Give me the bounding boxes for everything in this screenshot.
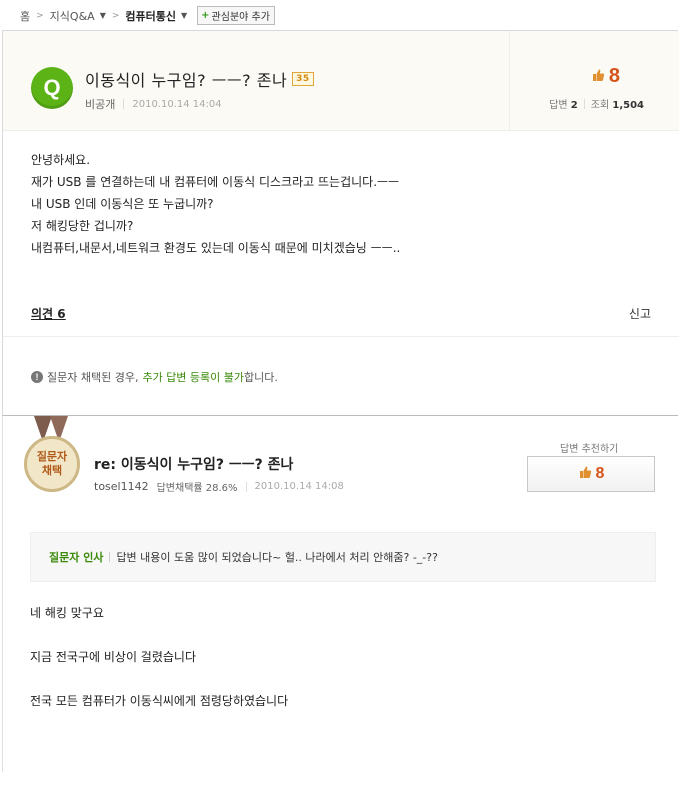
opinion-link[interactable]: 의견 6 — [31, 305, 66, 322]
chevron-right-icon: > — [111, 10, 120, 21]
opinion-label: 의견 — [31, 307, 54, 321]
divider — [109, 552, 111, 562]
question-date: 2010.10.14 14:04 — [132, 98, 222, 110]
notice-prefix: 질문자 채택된 경우, — [47, 371, 139, 384]
thumbs-up-icon — [578, 465, 592, 483]
points-badge: 35 — [292, 72, 314, 86]
medal-icon: 질문자 채택 — [22, 416, 82, 496]
add-interest-button[interactable]: + 관심분야 추가 — [197, 6, 275, 25]
medal-label-2: 채택 — [41, 464, 63, 477]
answers-label: 답변 — [549, 100, 568, 111]
adoption-notice: ! 질문자 채택된 경우, 추가 답변 등록이 불가 합니다. — [31, 369, 278, 385]
question-recommend: 8 — [591, 65, 620, 88]
report-link[interactable]: 신고 — [629, 305, 651, 322]
answer-body: 네 해킹 맞구요 지금 전국구에 비상이 걸렸습니다 전국 모든 컴퓨터가 이동… — [30, 602, 288, 734]
chevron-right-icon: > — [36, 10, 44, 21]
notice-highlight: 추가 답변 등록이 불가 — [142, 371, 245, 384]
caret-down-icon[interactable]: ▼ — [181, 11, 187, 20]
answer-adopt-rate: 답변채택률 28.6% — [156, 483, 238, 494]
answers-count: 2 — [570, 100, 578, 111]
question-card: Q 이동식이 누구임? ㅡㅡ? 존나 35 비공개 2010.10.14 14:… — [2, 30, 679, 416]
question-title-text: 이동식이 누구임? ㅡㅡ? 존나 — [85, 71, 288, 90]
thanks-label: 질문자 인사 — [49, 551, 104, 564]
add-interest-label: 관심분야 추가 — [211, 12, 270, 23]
question-stats: 답변 2 조회 1,504 — [549, 96, 644, 111]
views-count: 1,504 — [612, 100, 644, 111]
question-body-line: 내 USB 인데 이동식은 또 누굽니까? — [31, 197, 214, 211]
answer-body-line: 네 해킹 맞구요 — [30, 606, 104, 620]
question-body: 안녕하세요. 재가 USB 를 연결하는데 내 컴퓨터에 이동식 디스크라고 뜨… — [31, 149, 400, 259]
question-recommend-count: 8 — [608, 65, 620, 87]
views-label: 조회 — [590, 100, 610, 111]
answer-recommend-count: 8 — [595, 465, 605, 482]
question-title: 이동식이 누구임? ㅡㅡ? 존나 35 — [85, 67, 314, 91]
question-body-line: 재가 USB 를 연결하는데 내 컴퓨터에 이동식 디스크라고 뜨는겁니다.ㅡㅡ — [31, 175, 400, 189]
plus-icon: + — [201, 10, 210, 21]
divider — [245, 481, 247, 492]
question-body-line: 내컴퓨터,내문서,네트워크 환경도 있는데 이동식 때문에 미치겠습닝 ㅡㅡ.. — [31, 241, 401, 255]
info-icon: ! — [31, 371, 43, 383]
answer-body-line: 지금 전국구에 비상이 걸렸습니다 — [30, 650, 197, 664]
asker-thanks-box: 질문자 인사 답변 내용이 도움 많이 되었습니다~ 헐.. 나라에서 처리 안… — [30, 532, 656, 582]
breadcrumb-qna[interactable]: 지식Q&A — [50, 8, 95, 24]
breadcrumb-home[interactable]: 홈 — [20, 8, 30, 24]
thumbs-up-icon — [591, 68, 605, 86]
opinion-row: 의견 6 신고 — [3, 299, 679, 337]
question-body-line: 저 해킹당한 겁니까? — [31, 219, 134, 233]
answer-left-border — [2, 416, 3, 772]
divider — [583, 98, 585, 109]
answer-meta: tosel1142 답변채택률 28.6% 2010.10.14 14:08 — [94, 479, 344, 494]
medal-label-1: 질문자 — [36, 450, 68, 463]
recommend-label: 답변 추천하기 — [560, 444, 619, 455]
views-stat: 조회 1,504 — [591, 96, 644, 111]
thanks-text: 답변 내용이 도움 많이 되었습니다~ 헐.. 나라에서 처리 안해줌? -_-… — [116, 551, 438, 564]
recommend-answer-button[interactable]: 8 — [527, 456, 655, 492]
answer-date: 2010.10.14 14:08 — [254, 481, 344, 492]
opinion-count: 6 — [57, 307, 66, 321]
divider — [123, 99, 125, 109]
answer-title: re: 이동식이 누구임? ㅡㅡ? 존나 — [94, 457, 294, 473]
medal-disc: 질문자 채택 — [24, 436, 80, 492]
q-badge-icon: Q — [31, 67, 73, 109]
caret-down-icon[interactable]: ▼ — [100, 11, 106, 20]
breadcrumb-category[interactable]: 컴퓨터통신 — [125, 8, 176, 24]
answer-body-line: 전국 모든 컴퓨터가 이동식씨에게 점령당하였습니다 — [30, 694, 289, 708]
answer-author[interactable]: tosel1142 — [94, 480, 149, 493]
breadcrumb: 홈 > 지식Q&A ▼ > 컴퓨터통신 ▼ + 관심분야 추가 — [20, 6, 275, 25]
notice-suffix: 합니다. — [244, 371, 278, 384]
question-body-line: 안녕하세요. — [31, 153, 91, 167]
answers-stat: 답변 2 — [549, 96, 578, 111]
question-author: 비공개 — [85, 98, 116, 111]
question-meta: 비공개 2010.10.14 14:04 — [85, 96, 222, 112]
